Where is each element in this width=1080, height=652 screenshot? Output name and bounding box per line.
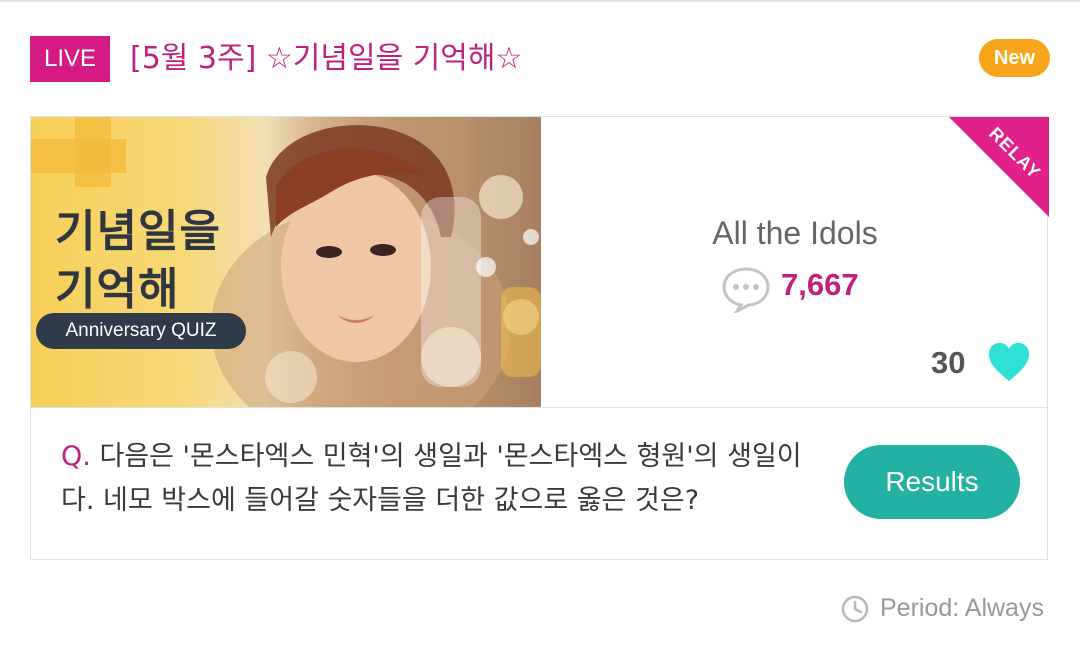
question-text: 다음은 '몬스타엑스 민혁'의 생일과 '몬스타엑스 형원'의 생일이다. 네모… [61, 441, 802, 516]
period-text: Period: Always [880, 594, 1044, 622]
quiz-card[interactable]: 기념일을 기억해 Anniversary QUIZ RELAY All the … [30, 116, 1049, 560]
top-divider [0, 0, 1080, 2]
live-badge: LIVE [30, 36, 110, 82]
likes-count: 30 [931, 345, 966, 380]
speech-bubble-icon [722, 267, 770, 313]
relay-ribbon: RELAY [949, 117, 1049, 217]
thumbnail-quiz-pill: Anniversary QUIZ [36, 313, 246, 349]
quiz-question: Q. 다음은 '몬스타엑스 민혁'의 생일과 '몬스타엑스 형원'의 생일이다.… [61, 435, 811, 523]
heart-icon[interactable] [987, 341, 1031, 383]
results-button[interactable]: Results [844, 445, 1020, 519]
thumbnail-title-line2: 기억해 [55, 264, 180, 315]
card-divider [31, 407, 1047, 408]
quiz-info-panel: RELAY All the Idols 7,667 30 [541, 117, 1049, 407]
quiz-thumbnail[interactable]: 기념일을 기억해 Anniversary QUIZ [31, 117, 541, 407]
new-badge: New [979, 39, 1050, 77]
clock-icon [841, 595, 869, 623]
quiz-category: All the Idols [712, 215, 878, 251]
question-prefix: Q. [61, 441, 91, 472]
quiz-page: LIVE [5월 3주] ☆기념일을 기억해☆ New 기념일을 기억해 Ann… [0, 0, 1080, 652]
thumbnail-title-line1: 기념일을 [55, 206, 221, 257]
comment-count: 7,667 [781, 267, 859, 302]
quiz-title[interactable]: [5월 3주] ☆기념일을 기억해☆ [130, 36, 522, 82]
